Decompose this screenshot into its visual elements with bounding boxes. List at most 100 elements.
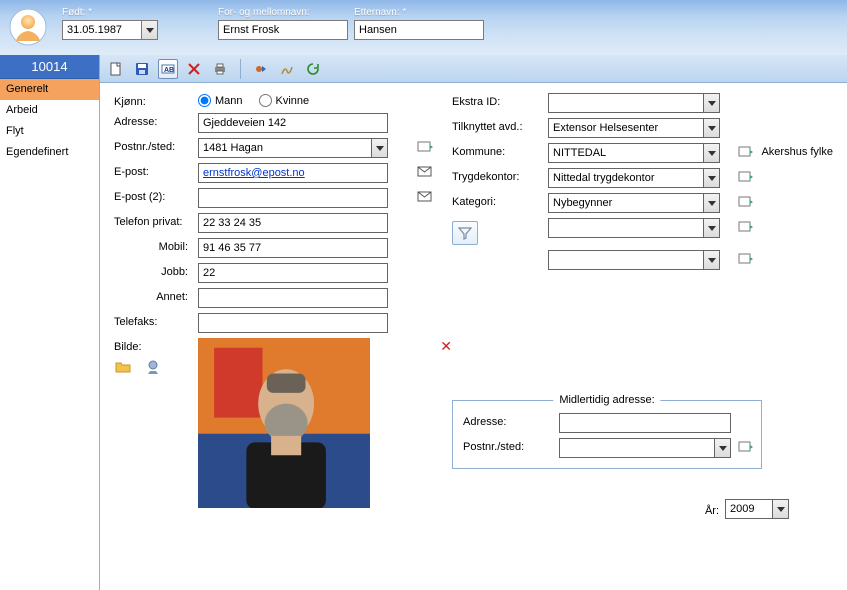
header-lastname-field: Etternavn: *	[354, 7, 484, 40]
dept-input[interactable]	[549, 119, 703, 137]
dob-input[interactable]	[63, 21, 141, 39]
municipality-dropdown-button[interactable]	[703, 144, 719, 162]
webcam-icon[interactable]	[144, 358, 162, 376]
record-id: 10014	[0, 55, 99, 79]
extra2-lookup-icon[interactable]	[737, 250, 755, 268]
sidebar-item-generelt[interactable]: Generelt	[0, 79, 99, 100]
extra-id-input[interactable]	[549, 94, 703, 112]
gender-male-radio[interactable]	[198, 94, 211, 107]
postal-lookup-icon[interactable]	[416, 138, 434, 156]
temp-postal-input[interactable]	[560, 439, 714, 457]
sidebar-item-egendefinert[interactable]: Egendefinert	[0, 142, 99, 163]
firstname-input[interactable]	[218, 20, 348, 40]
dept-select[interactable]	[548, 118, 720, 138]
dept-dropdown-button[interactable]	[703, 119, 719, 137]
extra1-lookup-icon[interactable]	[737, 218, 755, 236]
person-photo	[198, 338, 370, 508]
postal-select[interactable]	[198, 138, 388, 158]
fax-input[interactable]	[198, 313, 388, 333]
sign-button[interactable]	[277, 59, 297, 79]
temp-postal-dropdown-button[interactable]	[714, 439, 730, 457]
extra1-input[interactable]	[549, 219, 703, 237]
sidebar-item-arbeid[interactable]: Arbeid	[0, 100, 99, 121]
transfer-button[interactable]	[251, 59, 271, 79]
gender-female-radio[interactable]	[259, 94, 272, 107]
email2-send-icon[interactable]	[416, 188, 434, 206]
category-lookup-icon[interactable]	[737, 193, 755, 211]
extra1-select[interactable]	[548, 218, 720, 238]
year-input[interactable]	[726, 500, 772, 518]
sidebar-item-flyt[interactable]: Flyt	[0, 121, 99, 142]
address-input[interactable]	[198, 113, 388, 133]
header-firstname-field: For- og mellomnavn:	[218, 7, 348, 40]
municipality-label: Kommune:	[452, 143, 542, 163]
temp-postal-lookup-icon[interactable]	[737, 438, 755, 456]
mobile-input[interactable]	[198, 238, 388, 258]
app-header: Født: * For- og mellomnavn: Etternavn: *	[0, 0, 847, 55]
dob-combo[interactable]	[62, 20, 158, 40]
email-send-icon[interactable]	[416, 163, 434, 181]
phone-private-label: Telefon privat:	[114, 213, 192, 233]
county-text: Akershus fylke	[761, 143, 833, 163]
temp-address-label: Adresse:	[463, 413, 553, 433]
save-button[interactable]	[132, 59, 152, 79]
email2-label: E-post (2):	[114, 188, 192, 208]
social-office-lookup-icon[interactable]	[737, 168, 755, 186]
temp-address-legend: Midlertidig adresse:	[553, 394, 660, 406]
temp-postal-select[interactable]	[559, 438, 731, 458]
category-select[interactable]	[548, 193, 720, 213]
email-display[interactable]: ernstfrosk@epost.no	[198, 163, 388, 183]
filter-button[interactable]	[452, 221, 478, 245]
person-icon	[8, 7, 48, 47]
gender-label: Kjønn:	[114, 93, 192, 108]
print-button[interactable]	[210, 59, 230, 79]
dob-label: Født: *	[62, 7, 158, 18]
category-dropdown-button[interactable]	[703, 194, 719, 212]
municipality-select[interactable]	[548, 143, 720, 163]
email2-input[interactable]	[198, 188, 388, 208]
extra1-dropdown-button[interactable]	[703, 219, 719, 237]
dob-dropdown-button[interactable]	[141, 21, 157, 39]
phone-private-input[interactable]	[198, 213, 388, 233]
work-label: Jobb:	[114, 263, 192, 283]
rename-button[interactable]: AB	[158, 59, 178, 79]
gender-male-option[interactable]: Mann	[198, 94, 243, 107]
extra-id-dropdown-button[interactable]	[703, 94, 719, 112]
work-input[interactable]	[198, 263, 388, 283]
social-office-dropdown-button[interactable]	[703, 169, 719, 187]
postal-input[interactable]	[199, 139, 371, 157]
other-input[interactable]	[198, 288, 388, 308]
mobile-label: Mobil:	[114, 238, 192, 258]
category-input[interactable]	[549, 194, 703, 212]
postal-dropdown-button[interactable]	[371, 139, 387, 157]
new-button[interactable]	[106, 59, 126, 79]
header-dob-field: Født: *	[62, 7, 158, 40]
social-office-select[interactable]	[548, 168, 720, 188]
municipality-lookup-icon[interactable]	[737, 143, 755, 161]
svg-text:AB: AB	[164, 67, 174, 74]
refresh-button[interactable]	[303, 59, 323, 79]
address-label: Adresse:	[114, 113, 192, 133]
image-area: ✕	[198, 338, 434, 508]
temp-postal-label: Postnr./sted:	[463, 438, 553, 458]
remove-photo-icon[interactable]: ✕	[440, 338, 452, 355]
extra2-dropdown-button[interactable]	[703, 251, 719, 269]
firstname-label: For- og mellomnavn:	[218, 7, 348, 18]
lastname-input[interactable]	[354, 20, 484, 40]
open-folder-icon[interactable]	[114, 358, 132, 376]
year-select[interactable]	[725, 499, 789, 519]
extra2-select[interactable]	[548, 250, 720, 270]
form-left-column: Kjønn: Mann Kvinne Adresse: Postnr./sted…	[114, 93, 434, 519]
delete-button[interactable]	[184, 59, 204, 79]
temp-address-input[interactable]	[559, 413, 731, 433]
year-dropdown-button[interactable]	[772, 500, 788, 518]
extra-id-label: Ekstra ID:	[452, 93, 542, 113]
filter-cell	[452, 218, 542, 245]
email-link[interactable]: ernstfrosk@epost.no	[203, 167, 305, 179]
social-office-input[interactable]	[549, 169, 703, 187]
email-label: E-post:	[114, 163, 192, 183]
gender-female-option[interactable]: Kvinne	[259, 94, 310, 107]
extra2-input[interactable]	[549, 251, 703, 269]
extra-id-select[interactable]	[548, 93, 720, 113]
municipality-input[interactable]	[549, 144, 703, 162]
